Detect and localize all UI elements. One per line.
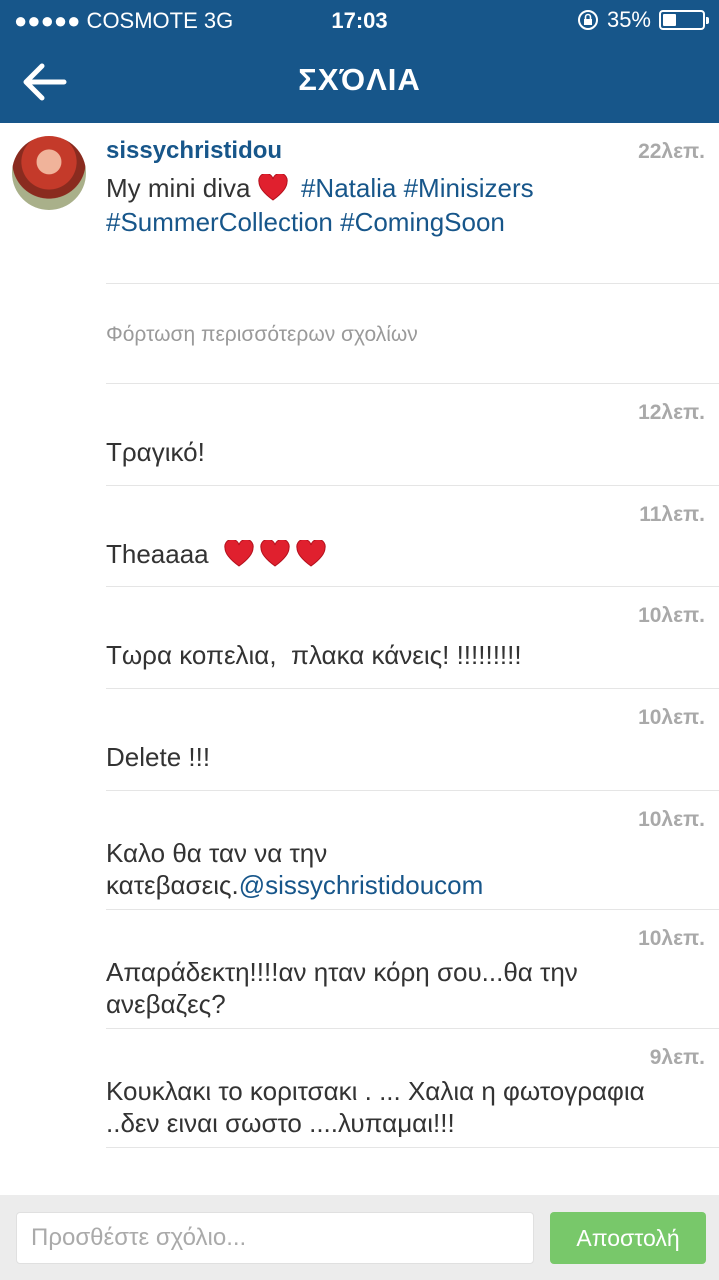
avatar[interactable] [12,136,86,210]
caption-username[interactable]: sissychristidou [106,137,282,165]
hashtag[interactable]: #Natalia [301,173,396,203]
comment-time: 9λεπ. [649,1046,705,1069]
heart-icon [260,540,290,567]
battery-icon [659,10,709,30]
comment-time: 11λεπ. [639,503,705,526]
comment-text: Τραγικό! [106,437,205,467]
send-button[interactable]: Αποστολή [550,1212,706,1264]
load-more-comments-link[interactable]: Φόρτωση περισσότερων σχολίων [106,323,418,347]
comment-mention[interactable]: @sissychristidoucom [239,870,484,900]
caption-text-plain: My mini diva [106,173,251,203]
divider [106,283,719,284]
compose-bar: Αποστολή [0,1195,719,1280]
battery-percent: 35% [606,7,651,32]
comment-time: 10λεπ. [638,927,705,950]
divider [106,383,719,384]
comment-text-plain: Theaaaa [106,539,209,569]
comment-text: Κουκλακι το κοριτσακι . ... Χαλια η φωτο… [106,1076,645,1138]
divider [106,688,719,689]
comment-time: 10λεπ. [638,604,705,627]
divider [106,1028,719,1029]
comment-time: 10λεπ. [638,706,705,729]
hashtag[interactable]: #ComingSoon [340,207,505,237]
heart-icon [296,540,326,567]
hashtag[interactable]: #SummerCollection [106,207,333,237]
heart-icon [224,540,254,567]
comment-input[interactable] [16,1212,534,1264]
post-caption: sissychristidou 22λεπ. My mini diva #Nat… [0,123,719,283]
divider [106,1147,719,1148]
comment-time: 10λεπ. [638,808,705,831]
comment-text: Καλο θα ταν να την κατεβασεις.@sissychri… [106,837,526,901]
comment-time: 12λεπ. [638,401,705,424]
hashtag[interactable]: #Minisizers [404,173,534,203]
page-title: ΣΧΌΛΙΑ [298,62,421,97]
divider [106,909,719,910]
comment-text: Απαράδεκτη!!!!αν ηταν κόρη σου...θα την … [106,957,578,1019]
divider [106,586,719,587]
comment-text: Theaaaa [106,538,696,570]
comment-text: Τωρα κοπελια, πλακα κάνεις! !!!!!!!!! [106,640,522,670]
comments-list: sissychristidou 22λεπ. My mini diva #Nat… [0,123,719,1195]
comment-text: Delete !!! [106,742,211,772]
caption-time: 22λεπ. [638,140,705,163]
status-right: 35% [577,7,709,33]
caption-text: My mini diva #Natalia #Minisizers #Summe… [106,171,706,239]
heart-icon [258,174,288,201]
divider [106,485,719,486]
rotation-lock-icon [577,10,598,30]
nav-bar: ΣΧΌΛΙΑ [0,40,719,123]
divider [106,790,719,791]
status-bar: ●●●●● COSMOTE 3G 17:03 35% [0,0,719,40]
